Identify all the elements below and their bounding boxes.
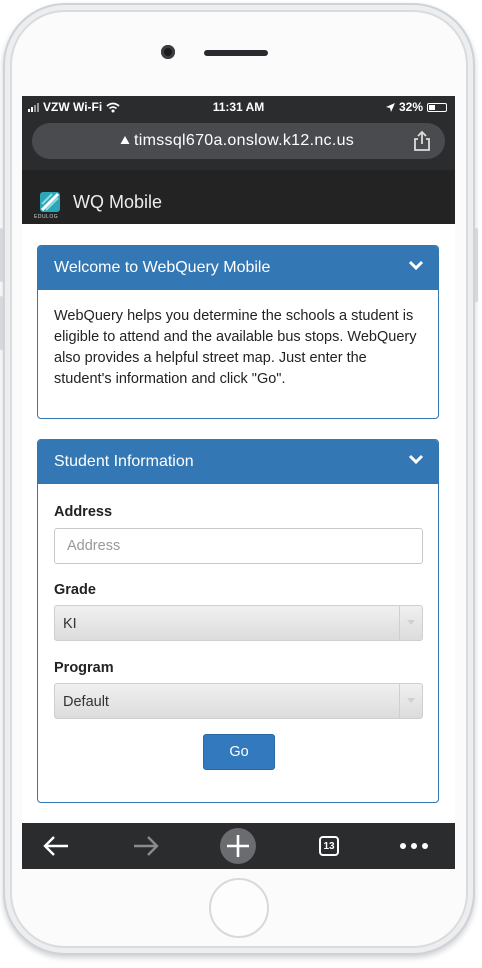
more-button[interactable] [394,823,434,869]
chevron-down-icon[interactable] [408,259,424,271]
browser-toolbar: 13 [22,823,455,869]
plus-circle-icon [220,828,256,864]
earpiece-speaker [204,50,268,56]
phone-side-button [0,228,3,282]
welcome-panel: Welcome to WebQuery Mobile WebQuery help… [37,245,439,419]
tab-switcher-button[interactable]: 13 [312,823,346,869]
go-button[interactable]: Go [203,734,275,770]
share-icon[interactable] [413,130,431,152]
home-button[interactable] [209,878,269,938]
arrow-left-icon [43,836,68,856]
url-text[interactable]: timssql670a.onslow.k12.nc.us [134,132,354,150]
welcome-text: WebQuery helps you determine the schools… [54,308,417,387]
phone-screen: VZW Wi-Fi 11:31 AM 32% timssql670a.onslo… [22,96,455,869]
app-header: EDULOG WQ Mobile [22,170,455,224]
phone-side-button [0,296,3,350]
front-camera [161,45,175,59]
program-selected-value: Default [63,694,109,710]
lock-triangle-icon [120,136,130,144]
address-label: Address [54,504,113,520]
location-arrow-icon [385,102,395,112]
status-bar: VZW Wi-Fi 11:31 AM 32% [22,96,455,117]
chevron-down-icon[interactable] [408,453,424,465]
ellipsis-icon [400,843,428,849]
address-bar[interactable]: timssql670a.onslow.k12.nc.us [32,123,445,159]
app-title: WQ Mobile [73,192,163,212]
student-panel-header[interactable]: Student Information [38,440,438,484]
grade-label: Grade [54,582,96,598]
program-select[interactable]: Default [54,683,423,719]
student-panel-title: Student Information [54,453,194,470]
back-button[interactable] [34,823,78,869]
dropdown-arrow-icon [399,606,422,640]
browser-address-area: timssql670a.onslow.k12.nc.us [22,117,455,170]
grade-selected-value: KI [63,616,77,632]
forward-button[interactable] [124,823,168,869]
welcome-panel-title: Welcome to WebQuery Mobile [54,259,271,276]
dropdown-arrow-icon [399,684,422,718]
new-tab-button[interactable] [218,823,258,869]
tab-count: 13 [319,836,339,856]
battery-percent: 32% [398,100,423,114]
arrow-right-icon [134,836,159,856]
welcome-panel-header[interactable]: Welcome to WebQuery Mobile [38,246,438,290]
address-input[interactable] [55,529,422,563]
phone-side-button [475,228,478,302]
logo-caption: EDULOG [34,214,59,220]
battery-icon [427,102,447,112]
address-field[interactable] [54,528,423,564]
student-information-panel: Student Information Address Grade KI Pro… [37,439,439,803]
grade-select[interactable]: KI [54,605,423,641]
program-label: Program [54,660,114,676]
